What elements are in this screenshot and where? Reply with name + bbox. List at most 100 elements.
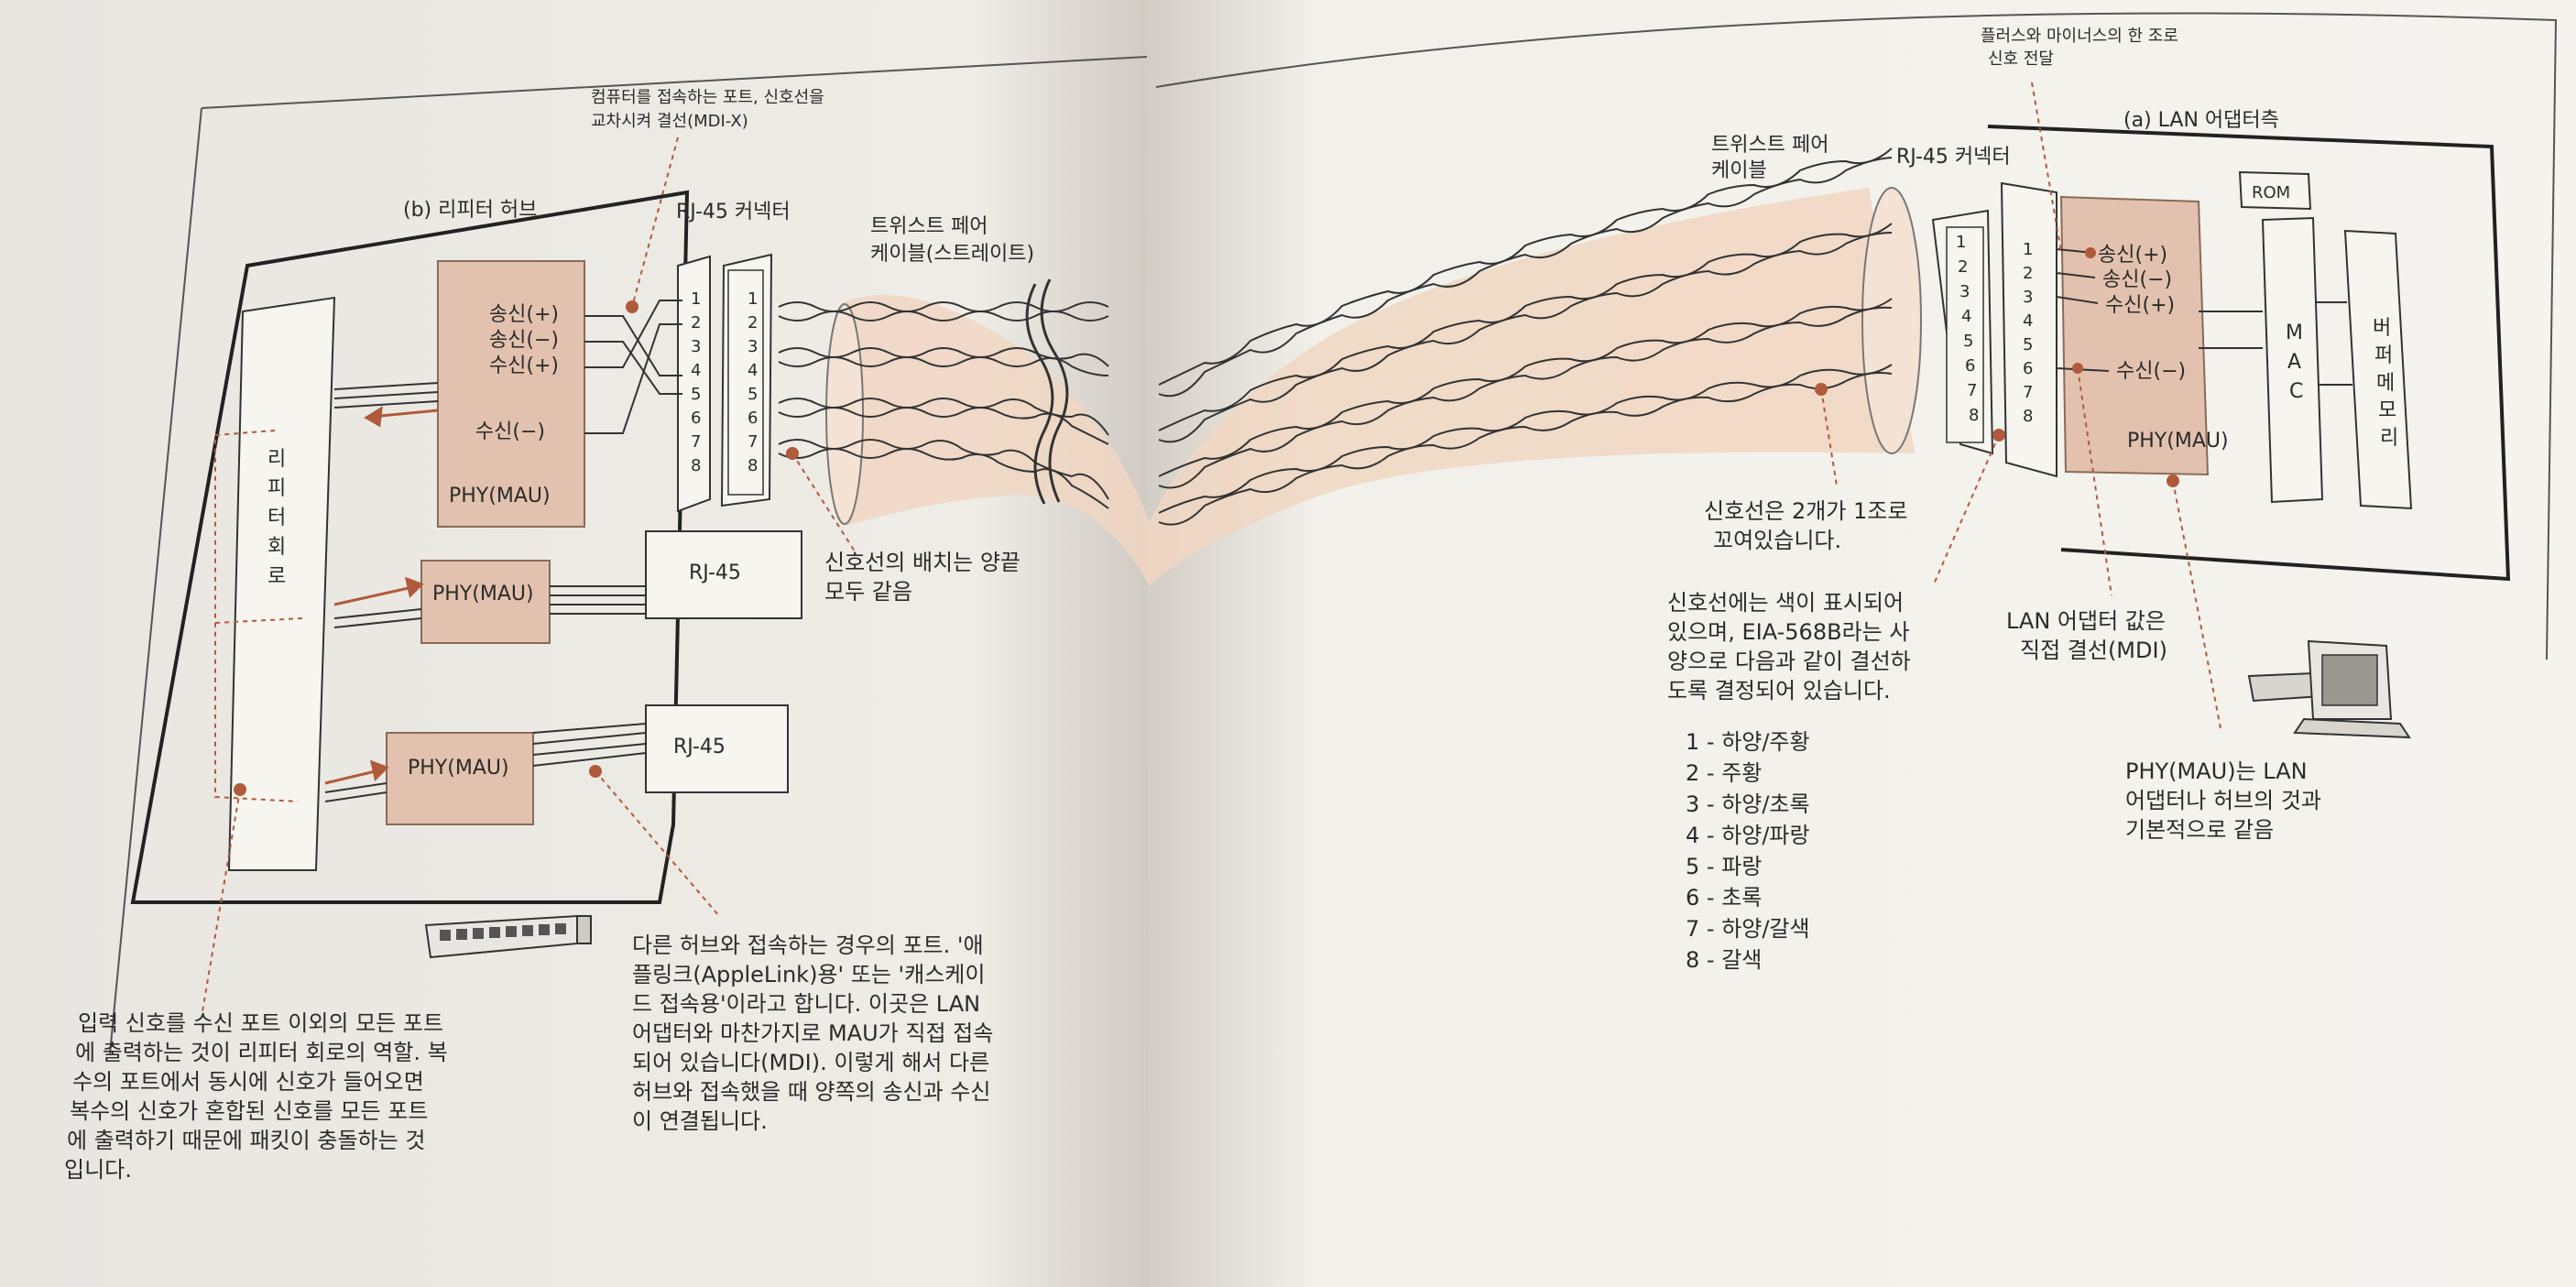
svg-text:7: 7 <box>2023 383 2033 402</box>
twisted-note-line2: 꼬여있습니다. <box>1713 528 1841 553</box>
svg-text:5: 5 <box>691 385 701 404</box>
svg-text:4: 4 <box>748 361 758 380</box>
phy-main-label: PHY(MAU) <box>449 485 551 507</box>
svg-text:8: 8 <box>2023 407 2033 426</box>
svg-text:송신(+): 송신(+) <box>489 303 559 326</box>
svg-text:도록 결정되어 있습니다.: 도록 결정되어 있습니다. <box>1667 678 1891 703</box>
svg-text:드 접속용'이라고 합니다. 이곳은 LAN: 드 접속용'이라고 합니다. 이곳은 LAN <box>632 991 980 1017</box>
svg-text:수의 포트에서 동시에 신호가 들어오면: 수의 포트에서 동시에 신호가 들어오면 <box>72 1069 424 1095</box>
svg-text:3: 3 <box>691 337 701 356</box>
svg-text:6: 6 <box>748 409 758 428</box>
svg-text:6: 6 <box>2023 359 2033 378</box>
svg-text:수신(+): 수신(+) <box>489 354 559 377</box>
phy-port3-label: PHY(MAU) <box>408 757 509 780</box>
svg-text:버: 버 <box>2373 317 2391 340</box>
svg-text:리: 리 <box>2380 427 2398 450</box>
svg-text:6: 6 <box>1965 356 1975 376</box>
svg-text:3: 3 <box>1959 282 1970 301</box>
svg-text:C: C <box>2289 380 2303 403</box>
svg-text:에 출력하기 때문에 패킷이 충돌하는 것: 에 출력하기 때문에 패킷이 충돌하는 것 <box>67 1128 425 1153</box>
lan-adapter-title: (a) LAN 어댑터측 <box>2123 109 2279 132</box>
svg-text:M: M <box>2286 322 2303 344</box>
hub-rj45-connector-label: RJ-45 커넥터 <box>676 201 791 224</box>
svg-text:A: A <box>2287 351 2301 374</box>
svg-text:모: 모 <box>2378 399 2396 422</box>
svg-text:5: 5 <box>748 385 758 404</box>
svg-text:6: 6 <box>691 409 701 428</box>
svg-text:신호선에는 색이 표시되어: 신호선에는 색이 표시되어 <box>1667 590 1904 616</box>
svg-text:복수의 신호가 혼합된 신호를 모든 포트: 복수의 신호가 혼합된 신호를 모든 포트 <box>70 1098 428 1124</box>
svg-text:어댑터나 허브의 것과: 어댑터나 허브의 것과 <box>2125 788 2321 813</box>
svg-text:수신(+): 수신(+) <box>2105 294 2175 317</box>
svg-text:3: 3 <box>748 337 758 356</box>
svg-text:1: 1 <box>691 289 701 309</box>
svg-text:4: 4 <box>1961 307 1971 326</box>
svg-text:5 - 파랑: 5 - 파랑 <box>1686 854 1762 879</box>
svg-text:1 - 하양/주황: 1 - 하양/주황 <box>1686 729 1810 755</box>
svg-text:있으며, EIA-568B라는 사: 있으며, EIA-568B라는 사 <box>1667 619 1909 645</box>
mdi-note-line2: 직접 결선(MDI) <box>2020 638 2167 663</box>
mdix-note-line2: 교차시켜 결선(MDI-X) <box>591 112 748 131</box>
svg-text:메: 메 <box>2376 372 2395 395</box>
svg-text:7: 7 <box>1967 381 1977 400</box>
phy-port2-label: PHY(MAU) <box>432 583 534 605</box>
same-layout-leader-dot <box>786 447 799 460</box>
rj45-port2-label: RJ-45 <box>689 562 741 584</box>
mdix-note-line1: 컴퓨터를 접속하는 포트, 신호선을 <box>591 88 824 107</box>
cable-left-label-line2: 케이블(스트레이트) <box>870 243 1034 266</box>
cascade-port-note: 다른 허브와 접속하는 경우의 포트. '애 플링크(AppleLink)용' … <box>632 933 993 1134</box>
svg-text:로: 로 <box>267 565 286 588</box>
cascade-leader-dot <box>589 765 602 778</box>
svg-text:4 - 하양/파랑: 4 - 하양/파랑 <box>1686 823 1810 848</box>
svg-text:플링크(AppleLink)용' 또는 '캐스케이: 플링크(AppleLink)용' 또는 '캐스케이 <box>632 962 985 987</box>
svg-text:8: 8 <box>691 456 701 475</box>
twisted-leader-dot <box>1815 383 1828 396</box>
svg-text:기본적으로 같음: 기본적으로 같음 <box>2125 817 2274 843</box>
svg-text:5: 5 <box>2023 335 2033 354</box>
svg-text:2: 2 <box>748 313 758 333</box>
svg-text:양으로 다음과 같이 결선하: 양으로 다음과 같이 결선하 <box>1667 649 1911 674</box>
svg-text:이 연결됩니다.: 이 연결됩니다. <box>632 1108 768 1134</box>
mdi-note-line1: LAN 어댑터 값은 <box>2006 608 2166 634</box>
svg-text:되어 있습니다(MDI). 이렇게 해서 다른: 되어 있습니다(MDI). 이렇게 해서 다른 <box>632 1050 989 1075</box>
mdix-leader-dot <box>626 300 639 313</box>
svg-text:피: 피 <box>267 477 286 500</box>
pair-note-line1: 플러스와 마이너스의 한 조로 <box>1981 27 2178 46</box>
cable-right-label-line1: 트위스트 페어 <box>1711 134 1828 157</box>
repeater-hub-lan-adapter-diagram: (b) 리피터 허브 리 피 터 회 로 송신(+) 송신(−) 수신(+) 수… <box>0 0 2576 1287</box>
svg-text:5: 5 <box>1963 332 1973 351</box>
twisted-note-line1: 신호선은 2개가 1조로 <box>1704 498 1907 524</box>
svg-text:퍼: 퍼 <box>2374 344 2393 367</box>
svg-text:1: 1 <box>1956 233 1966 252</box>
svg-text:리: 리 <box>267 448 286 471</box>
svg-text:입력 신호를 수신 포트 이외의 모든 포트: 입력 신호를 수신 포트 이외의 모든 포트 <box>78 1010 443 1036</box>
svg-text:회: 회 <box>267 536 286 559</box>
same-layout-note-line2: 모두 같음 <box>824 579 912 605</box>
svg-text:7: 7 <box>691 432 701 452</box>
svg-text:어댑터와 마찬가지로 MAU가 직접 접속: 어댑터와 마찬가지로 MAU가 직접 접속 <box>632 1020 993 1046</box>
svg-text:2 - 주황: 2 - 주황 <box>1686 760 1762 786</box>
svg-text:1: 1 <box>748 289 758 309</box>
svg-text:7 - 하양/갈색: 7 - 하양/갈색 <box>1686 916 1810 942</box>
svg-text:에 출력하는 것이 리피터 회로의 역할. 복: 에 출력하는 것이 리피터 회로의 역할. 복 <box>75 1040 448 1065</box>
svg-text:4: 4 <box>691 361 701 380</box>
adapter-phy-label: PHY(MAU) <box>2127 430 2229 453</box>
repeater-circuit-label: 리 피 터 회 로 <box>267 448 286 588</box>
svg-text:입니다.: 입니다. <box>64 1157 132 1183</box>
svg-text:8: 8 <box>748 456 758 475</box>
svg-text:PHY(MAU)는 LAN: PHY(MAU)는 LAN <box>2125 758 2308 784</box>
same-layout-note-line1: 신호선의 배치는 양끝 <box>824 550 1021 575</box>
cable-end-right <box>1861 187 1922 454</box>
svg-text:수신(−): 수신(−) <box>2116 360 2186 383</box>
svg-text:다른 허브와 접속하는 경우의 포트. '애: 다른 허브와 접속하는 경우의 포트. '애 <box>632 933 984 958</box>
svg-text:1: 1 <box>2023 240 2033 259</box>
svg-text:3: 3 <box>2023 288 2033 307</box>
svg-text:4: 4 <box>2023 311 2033 331</box>
adapter-rj45-label: RJ-45 커넥터 <box>1896 146 2011 169</box>
svg-text:2: 2 <box>2023 264 2033 283</box>
svg-text:6 - 초록: 6 - 초록 <box>1686 885 1762 911</box>
svg-text:송신(+): 송신(+) <box>2098 244 2167 267</box>
hub-title: (b) 리피터 허브 <box>403 199 537 222</box>
svg-text:8: 8 <box>1969 406 1979 425</box>
svg-text:수신(−): 수신(−) <box>475 420 545 443</box>
